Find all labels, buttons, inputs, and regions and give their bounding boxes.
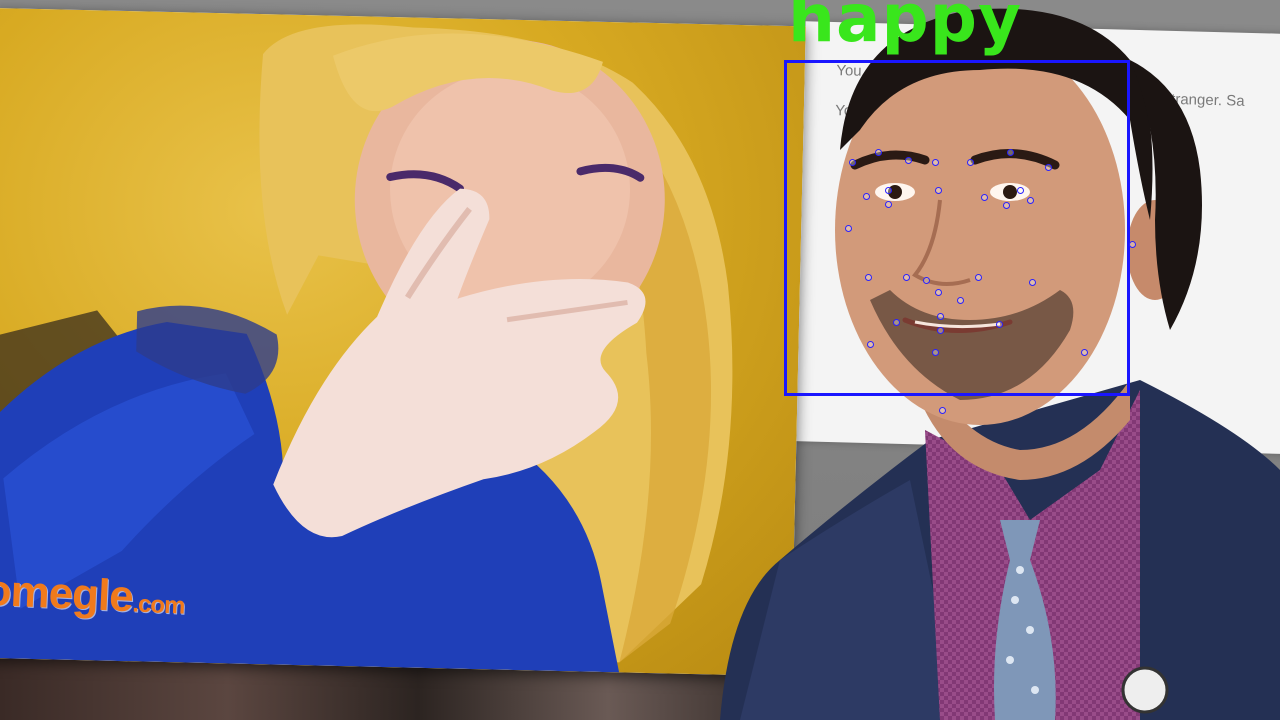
facial-landmark-point <box>935 187 942 194</box>
facial-landmark-point <box>957 297 964 304</box>
facial-landmark-point <box>885 187 892 194</box>
facial-landmark-point <box>1081 349 1088 356</box>
facial-landmark-point <box>903 274 910 281</box>
facial-landmark-point <box>932 349 939 356</box>
facial-landmark-point <box>875 149 882 156</box>
facial-landmark-point <box>1029 279 1036 286</box>
facial-landmark-point <box>981 194 988 201</box>
facial-landmark-point <box>937 313 944 320</box>
facial-landmark-point <box>1129 241 1136 248</box>
omegle-logo: omegle.com <box>0 566 186 625</box>
facial-landmark-point <box>939 407 946 414</box>
thumbnail-stage: You You stranger. Sa <box>0 0 1280 720</box>
facial-landmark-point <box>937 327 944 334</box>
facial-landmark-point <box>1027 197 1034 204</box>
facial-landmark-point <box>975 274 982 281</box>
facial-landmark-point <box>885 201 892 208</box>
webcam-video: omegle.com <box>0 8 806 677</box>
facial-landmark-point <box>905 157 912 164</box>
facial-landmark-point <box>923 277 930 284</box>
facial-landmark-point <box>865 274 872 281</box>
face-detection-box <box>784 60 1130 396</box>
facial-landmark-point <box>1007 149 1014 156</box>
omegle-logo-tld: .com <box>131 590 185 620</box>
facial-landmark-point <box>1045 164 1052 171</box>
webcam-frame: omegle.com <box>0 8 806 677</box>
facial-landmark-point <box>1003 202 1010 209</box>
facial-landmark-point <box>932 159 939 166</box>
facial-landmark-point <box>967 159 974 166</box>
facial-landmark-point <box>849 159 856 166</box>
facial-landmark-point <box>1017 187 1024 194</box>
omegle-logo-text: omegle <box>0 565 134 622</box>
facial-landmark-point <box>996 321 1003 328</box>
facial-landmark-point <box>867 341 874 348</box>
facial-landmark-point <box>845 225 852 232</box>
facial-landmark-point <box>893 319 900 326</box>
facial-landmark-point <box>863 193 870 200</box>
facial-landmark-point <box>935 289 942 296</box>
emotion-label: happy <box>788 0 1023 57</box>
